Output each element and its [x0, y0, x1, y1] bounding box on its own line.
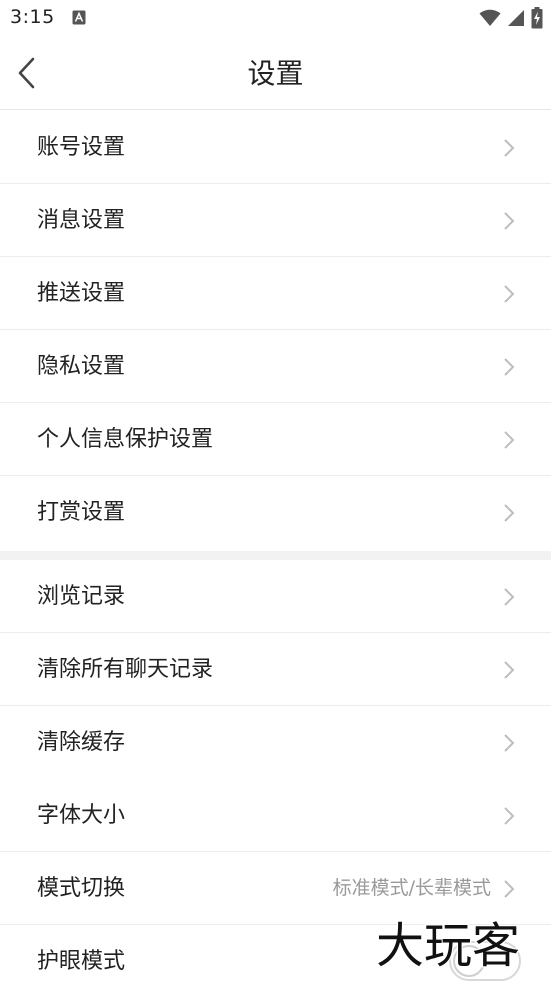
row-label: 清除所有聊天记录 [37, 657, 214, 682]
chevron-right-icon [504, 588, 515, 606]
chevron-right-icon [504, 880, 515, 898]
row-message-settings[interactable]: 消息设置 [0, 184, 551, 257]
row-label: 模式切换 [37, 876, 126, 901]
chevron-right-icon [504, 139, 515, 157]
row-clear-cache[interactable]: 清除缓存 [0, 706, 551, 779]
status-time: 3:15 [10, 6, 55, 28]
settings-group-account: 账号设置 消息设置 推送设置 隐私设置 个人信息保护设置 打赏设置 [0, 111, 551, 549]
row-clear-chat-history[interactable]: 清除所有聊天记录 [0, 633, 551, 706]
chevron-right-icon [504, 358, 515, 376]
chevron-right-icon [504, 734, 515, 752]
row-account-settings[interactable]: 账号设置 [0, 111, 551, 184]
row-label: 字体大小 [37, 803, 126, 828]
row-push-settings[interactable]: 推送设置 [0, 257, 551, 330]
row-browse-history[interactable]: 浏览记录 [0, 560, 551, 633]
row-font-size[interactable]: 字体大小 [0, 779, 551, 852]
page-title: 设置 [247, 57, 304, 90]
cellular-signal-icon [508, 10, 524, 26]
row-label: 账号设置 [37, 135, 126, 160]
row-reward-settings[interactable]: 打赏设置 [0, 476, 551, 549]
accessibility-a-icon [72, 10, 86, 25]
row-label: 消息设置 [37, 208, 126, 233]
group-divider [0, 551, 551, 560]
row-label: 护眼模式 [37, 949, 126, 974]
top-bar: 设置 [0, 38, 551, 110]
battery-charging-icon [531, 7, 543, 29]
row-label: 推送设置 [37, 281, 126, 306]
row-label: 浏览记录 [37, 584, 126, 609]
status-icons [479, 7, 543, 29]
watermark-text: 大玩客 [376, 918, 520, 974]
chevron-right-icon [504, 431, 515, 449]
chevron-right-icon [504, 504, 515, 522]
chevron-right-icon [504, 807, 515, 825]
row-personal-info-protection[interactable]: 个人信息保护设置 [0, 403, 551, 476]
chevron-right-icon [504, 285, 515, 303]
row-label: 隐私设置 [37, 354, 126, 379]
wifi-icon [479, 9, 501, 26]
chevron-right-icon [504, 212, 515, 230]
chevron-right-icon [504, 661, 515, 679]
settings-screen: 3:15 设置 账号设置 消息设置 推送设置 隐私设置 个人信息保护设置 打赏设… [0, 0, 551, 981]
watermark-logo: 大玩客 [375, 917, 522, 974]
row-privacy-settings[interactable]: 隐私设置 [0, 330, 551, 403]
status-bar: 3:15 [0, 0, 551, 38]
row-label: 打赏设置 [37, 500, 126, 525]
row-label: 清除缓存 [37, 730, 126, 755]
row-label: 个人信息保护设置 [37, 427, 214, 452]
